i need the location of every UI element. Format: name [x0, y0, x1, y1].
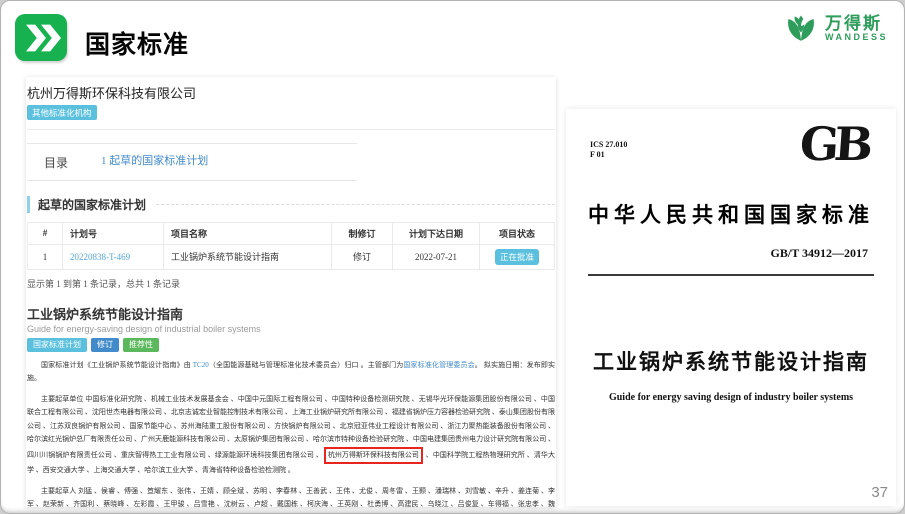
- standard-title-cn: 工业锅炉系统节能设计指南: [27, 304, 555, 323]
- cover-rule: [588, 274, 874, 276]
- cover-heading: 中华人民共和国国家标准: [566, 199, 896, 229]
- section-title: 起草的国家标准计划: [27, 196, 146, 213]
- highlight-box-company: 杭州万得斯环保科技有限公司: [324, 447, 423, 465]
- table-row: 1 20220838-T-469 工业锅炉系统节能设计指南 修订 2022-07…: [28, 244, 555, 269]
- standard-cover: ICS 27.010 F 01 GB 中华人民共和国国家标准 GB/T 3491…: [566, 109, 896, 506]
- cell-index: 1: [28, 244, 63, 269]
- company-type-badge: 其他标准化机构: [27, 105, 97, 120]
- section-divider: [156, 204, 555, 205]
- plan-number-link[interactable]: 20220838-T-469: [70, 252, 130, 262]
- status-badge: 正在批准: [495, 249, 539, 265]
- wandess-leaf-icon: [783, 11, 819, 47]
- p1-text: 国家标准计划《工业锅炉系统节能设计指南》由: [41, 361, 193, 369]
- standard-number: GB/T 34912—2017: [771, 246, 868, 261]
- toc-box: 目录 1 起草的国家标准计划: [27, 143, 357, 181]
- page-title: 国家标准: [85, 25, 189, 61]
- cover-title-en: Guide for energy saving design of indust…: [566, 392, 896, 403]
- cell-project-name: 工业锅炉系统节能设计指南: [164, 244, 332, 269]
- brand-name-cn: 万得斯: [825, 15, 888, 33]
- sac-link[interactable]: 国家标准化管理委员会: [403, 361, 474, 369]
- col-status: 项目状态: [480, 222, 555, 244]
- cover-title-cn: 工业锅炉系统节能设计指南: [566, 346, 896, 376]
- tc20-link[interactable]: TC20: [193, 361, 209, 369]
- brand-name-en: WANDESS: [825, 33, 888, 42]
- tag-revision: 修订: [91, 338, 119, 352]
- company-name: 杭州万得斯环保科技有限公司: [27, 83, 555, 102]
- tag-national-plan: 国家标准计划: [27, 338, 87, 352]
- p1-text: （全国能源基础与管理标准化技术委员会）归口 。主管部门为: [209, 361, 404, 369]
- paragraph-drafting-units: 主要起草单位 中国标准化研究院 、机械工业技术发展基金会 、中国中元国际工程有限…: [27, 393, 555, 478]
- tag-recommended: 推荐性: [123, 338, 159, 352]
- ics-number: ICS 27.010: [590, 140, 627, 150]
- col-index: #: [28, 222, 63, 244]
- paragraph-drafters: 主要起草人 刘猛 、侯睿 、傅强 、笪耀东 、张伟 、王婧 、顾全斌 、苏明 、…: [27, 485, 555, 514]
- double-chevron-icon: [15, 14, 67, 61]
- divider: [27, 129, 555, 130]
- page-number: 37: [871, 484, 888, 501]
- slide: 国家标准 万得斯 WANDESS 杭州万得斯环保科技有限公司 其他标准化机构 目…: [0, 0, 905, 514]
- standard-title-en: Guide for energy-saving design of indust…: [27, 324, 555, 334]
- toc-label: 目录: [27, 144, 85, 180]
- col-revision-type: 制修订: [332, 222, 393, 244]
- table-header-row: # 计划号 项目名称 制修订 计划下达日期 项目状态: [28, 222, 555, 244]
- pagination-summary: 显示第 1 到第 1 条记录，总共 1 条记录: [27, 277, 555, 290]
- classification-code: F 01: [590, 150, 627, 160]
- p2-text: 主要起草单位 中国标准化研究院 、机械工业技术发展基金会 、中国中元国际工程有限…: [27, 395, 555, 459]
- p3-text: 主要起草人 刘猛 、侯睿 、傅强 、笪耀东 、张伟 、王婧 、顾全斌 、苏明 、…: [27, 487, 555, 514]
- standard-plan-table: # 计划号 项目名称 制修订 计划下达日期 项目状态 1 20220838-T-…: [27, 222, 555, 270]
- ics-code: ICS 27.010 F 01: [590, 140, 627, 160]
- col-plan-no: 计划号: [63, 222, 164, 244]
- standard-tags: 国家标准计划 修订 推荐性: [27, 338, 555, 352]
- cell-issue-date: 2022-07-21: [393, 244, 480, 269]
- col-project-name: 项目名称: [164, 222, 332, 244]
- paragraph-plan-info: 国家标准计划《工业锅炉系统节能设计指南》由 TC20（全国能源基础与管理标准化技…: [27, 359, 555, 386]
- brand-logo: 万得斯 WANDESS: [783, 11, 888, 47]
- section-header: 起草的国家标准计划: [27, 196, 555, 213]
- cell-revision-type: 修订: [332, 244, 393, 269]
- toc-link[interactable]: 1 起草的国家标准计划: [85, 144, 357, 180]
- gb-logo: GB: [798, 117, 870, 171]
- webpage-screenshot: 杭州万得斯环保科技有限公司 其他标准化机构 目录 1 起草的国家标准计划 起草的…: [26, 77, 556, 507]
- col-issue-date: 计划下达日期: [393, 222, 480, 244]
